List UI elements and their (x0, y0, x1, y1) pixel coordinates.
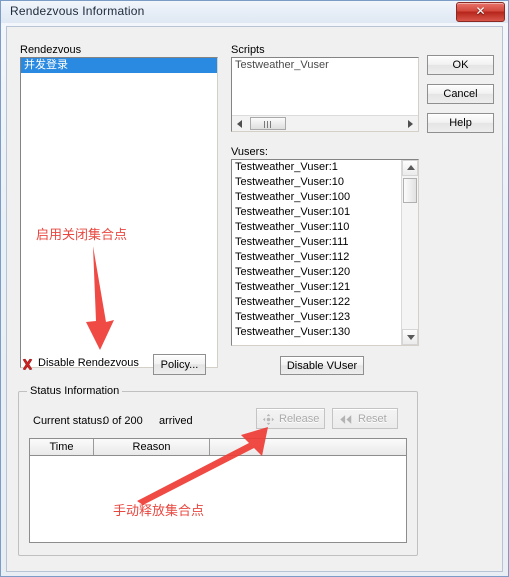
status-information-group: Status Information Current status: 0 of … (18, 385, 418, 556)
scripts-label: Scripts (231, 44, 265, 56)
ok-button-label: OK (452, 59, 469, 71)
help-button[interactable]: Help (427, 113, 494, 133)
rendezvous-listbox[interactable]: 并发登录 (20, 57, 218, 368)
scripts-list-item[interactable]: Testweather_Vuser (232, 58, 418, 73)
table-column-extra[interactable] (210, 439, 406, 455)
reset-button[interactable]: Reset (332, 408, 398, 429)
red-x-icon (22, 358, 33, 371)
vusers-list-item[interactable]: Testweather_Vuser:123 (232, 310, 402, 325)
scripts-listbox[interactable]: Testweather_Vuser (231, 57, 419, 132)
cancel-button[interactable]: Cancel (427, 84, 494, 104)
dialog-window: Rendezvous Information ✕ Rendezvous 并发登录… (0, 0, 509, 577)
help-button-label: Help (449, 117, 472, 129)
title-bar: Rendezvous Information ✕ (1, 1, 508, 23)
scroll-thumb-horizontal[interactable] (250, 117, 286, 130)
current-status-value: 0 of 200 (103, 415, 143, 427)
close-button[interactable]: ✕ (456, 2, 505, 22)
vusers-list-item[interactable]: Testweather_Vuser:121 (232, 280, 402, 295)
vusers-list-item[interactable]: Testweather_Vuser:10 (232, 175, 402, 190)
policy-button-label: Policy... (160, 358, 199, 371)
dialog-client-area: Rendezvous 并发登录 Scripts Testweather_Vuse… (6, 26, 503, 572)
current-status-label: Current status: (33, 415, 106, 427)
disable-rendezvous-button[interactable]: Disable Rendezvous (18, 354, 151, 375)
reset-button-label: Reset (358, 413, 387, 425)
disable-vuser-label: Disable VUser (286, 359, 358, 372)
rendezvous-list-item[interactable]: 并发登录 (21, 58, 217, 73)
vusers-list-item[interactable]: Testweather_Vuser:112 (232, 250, 402, 265)
rewind-icon (340, 415, 352, 424)
status-table-body (30, 456, 406, 542)
status-table[interactable]: Time Reason (29, 438, 407, 543)
move-arrows-icon (262, 413, 275, 426)
close-icon: ✕ (475, 4, 486, 18)
scroll-up-arrow-icon[interactable] (402, 160, 418, 176)
release-button-label: Release (279, 413, 320, 425)
scroll-thumb-vertical[interactable] (403, 178, 417, 203)
disable-rendezvous-label: Disable Rendezvous (38, 357, 139, 369)
cancel-button-label: Cancel (443, 88, 478, 100)
table-column-reason[interactable]: Reason (94, 439, 210, 455)
vusers-list-item[interactable]: Testweather_Vuser:110 (232, 220, 402, 235)
vusers-list-item[interactable]: Testweather_Vuser:120 (232, 265, 402, 280)
window-title: Rendezvous Information (10, 4, 145, 18)
vusers-vertical-scrollbar[interactable] (401, 160, 418, 345)
vusers-list-item[interactable]: Testweather_Vuser:100 (232, 190, 402, 205)
policy-button[interactable]: Policy... (153, 354, 206, 375)
vusers-list-item[interactable]: Testweather_Vuser:101 (232, 205, 402, 220)
scroll-down-arrow-icon[interactable] (402, 329, 418, 345)
vusers-list-item[interactable]: Testweather_Vuser:111 (232, 235, 402, 250)
disable-vuser-button[interactable]: Disable VUser (280, 356, 364, 375)
arrived-label: arrived (159, 415, 193, 427)
release-button[interactable]: Release (256, 408, 325, 429)
scroll-left-arrow-icon[interactable] (232, 116, 248, 131)
vusers-list-item[interactable]: Testweather_Vuser:1 (232, 160, 402, 175)
annotation-manual-release: 手动释放集合点 (113, 504, 205, 519)
vusers-list-item[interactable]: Testweather_Vuser:122 (232, 295, 402, 310)
scroll-grip-icon (264, 121, 272, 128)
scroll-right-arrow-icon[interactable] (402, 116, 418, 131)
rendezvous-label: Rendezvous (20, 44, 82, 56)
status-table-header: Time Reason (30, 439, 406, 456)
vusers-list-items: Testweather_Vuser:1 Testweather_Vuser:10 T… (232, 160, 402, 340)
status-information-caption: Status Information (27, 385, 123, 397)
ok-button[interactable]: OK (427, 55, 494, 75)
table-column-time[interactable]: Time (30, 439, 94, 455)
annotation-enable-disable-rendezvous: 启用关闭集合点 (36, 228, 128, 243)
vusers-listbox[interactable]: Testweather_Vuser:1 Testweather_Vuser:10 T… (231, 159, 419, 346)
vusers-list-item[interactable]: Testweather_Vuser:130 (232, 325, 402, 340)
vusers-label: Vusers: (231, 146, 268, 158)
scripts-horizontal-scrollbar[interactable] (232, 115, 418, 131)
